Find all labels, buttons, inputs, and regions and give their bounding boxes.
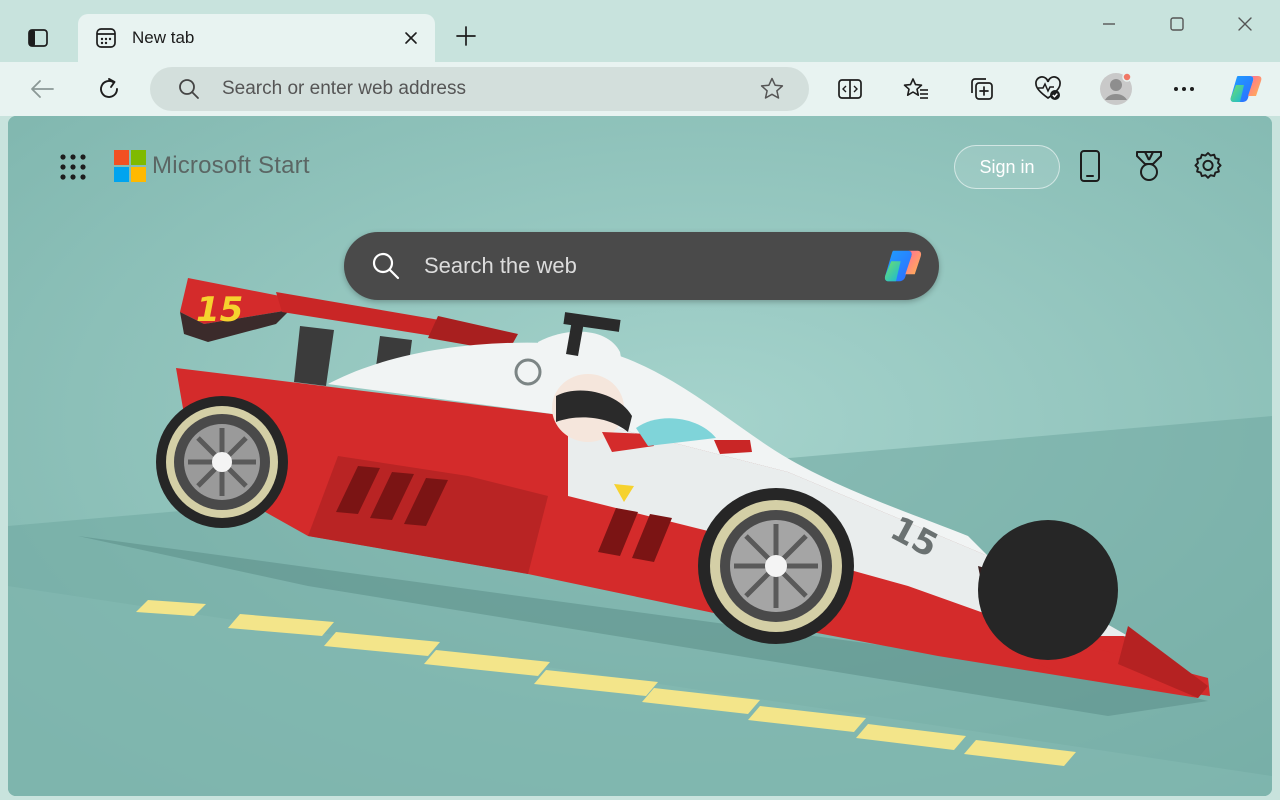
refresh-icon [100, 78, 118, 98]
minimize-icon [1103, 23, 1115, 25]
close-icon [1238, 17, 1252, 31]
copilot-icon [884, 250, 922, 282]
favorites-icon [903, 78, 928, 99]
plus-icon [456, 26, 476, 46]
address-bar[interactable] [150, 67, 809, 111]
split-screen-button[interactable] [830, 70, 870, 108]
car-number-rear: 15 [196, 290, 243, 330]
split-screen-icon [838, 79, 862, 99]
tab-actions-icon [28, 29, 48, 47]
close-window-button[interactable] [1222, 8, 1268, 40]
phone-button[interactable] [1070, 146, 1110, 186]
phone-icon [1080, 150, 1100, 182]
copilot-button[interactable] [1226, 70, 1266, 108]
search-icon [370, 250, 402, 282]
refresh-button[interactable] [89, 70, 129, 108]
profile-avatar-icon [1100, 72, 1132, 105]
rewards-icon [1136, 151, 1162, 181]
race-car-background-image: 15 15 [8, 116, 1272, 796]
star-icon [760, 77, 784, 99]
tab-new-tab[interactable]: New tab [78, 14, 435, 62]
toolbar [0, 62, 1280, 116]
collections-button[interactable] [962, 70, 1002, 108]
web-search-box[interactable] [344, 232, 939, 300]
browser-essentials-button[interactable] [1028, 70, 1068, 108]
back-arrow-icon [31, 80, 54, 98]
sign-in-button[interactable]: Sign in [954, 145, 1060, 189]
web-search-input[interactable] [424, 253, 879, 279]
more-button[interactable] [1164, 70, 1204, 108]
maximize-button[interactable] [1154, 8, 1200, 40]
profile-button[interactable] [1096, 70, 1136, 108]
copilot-icon [1230, 76, 1262, 102]
new-tab-page: 15 15 Microsoft Start Sign in Search the… [8, 116, 1272, 796]
gear-icon [1194, 152, 1222, 179]
close-tab-button[interactable] [395, 22, 427, 54]
heart-pulse-icon [1035, 76, 1061, 100]
minimize-button[interactable] [1086, 8, 1132, 40]
apps-grid-icon [60, 154, 86, 180]
search-icon [176, 76, 202, 102]
newtab-icon [94, 26, 118, 50]
maximize-icon [1170, 17, 1184, 31]
apps-launcher-button[interactable] [56, 150, 90, 184]
tab-strip: New tab [0, 0, 1280, 62]
add-favorite-button[interactable] [757, 74, 787, 104]
browser-window: New tab Search or enter web address 15 1… [0, 0, 1280, 800]
tab-actions-button[interactable] [18, 18, 58, 58]
tab-title: New tab [132, 28, 195, 47]
favorites-button[interactable] [896, 70, 936, 108]
copilot-search-button[interactable] [879, 242, 927, 290]
microsoft-start-brand[interactable]: Microsoft Start [152, 152, 310, 180]
back-button[interactable] [22, 70, 62, 108]
new-tab-button[interactable] [448, 18, 484, 54]
more-icon [1174, 87, 1194, 91]
microsoft-logo-icon [114, 150, 146, 182]
rewards-button[interactable] [1129, 146, 1169, 186]
close-icon [405, 32, 417, 44]
collections-icon [971, 78, 993, 100]
address-input[interactable] [222, 78, 757, 100]
settings-button[interactable] [1188, 146, 1228, 186]
